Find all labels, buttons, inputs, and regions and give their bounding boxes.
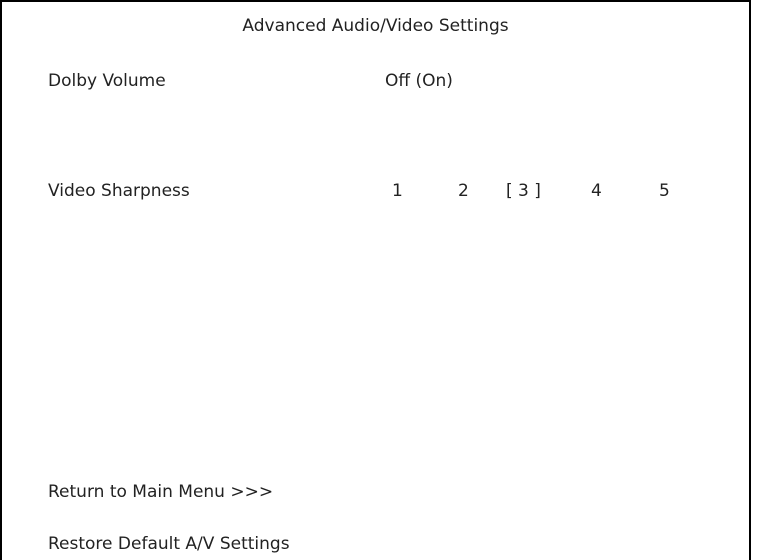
return-to-main-menu-link[interactable]: Return to Main Menu >>> [48,482,273,502]
sharpness-option-4[interactable]: 4 [591,181,602,201]
dolby-on-option[interactable]: (On) [416,71,453,91]
dolby-volume-label: Dolby Volume [48,71,166,91]
restore-default-settings-link[interactable]: Restore Default A/V Settings [48,534,290,554]
dolby-volume-options: Off (On) [385,71,453,91]
sharpness-option-2[interactable]: 2 [458,181,469,201]
sharpness-option-3[interactable]: [ 3 ] [506,181,541,201]
sharpness-option-1[interactable]: 1 [392,181,403,201]
sharpness-option-5[interactable]: 5 [659,181,670,201]
video-sharpness-label: Video Sharpness [48,181,190,201]
dolby-off-option[interactable]: Off [385,71,410,91]
page-title: Advanced Audio/Video Settings [242,16,509,36]
